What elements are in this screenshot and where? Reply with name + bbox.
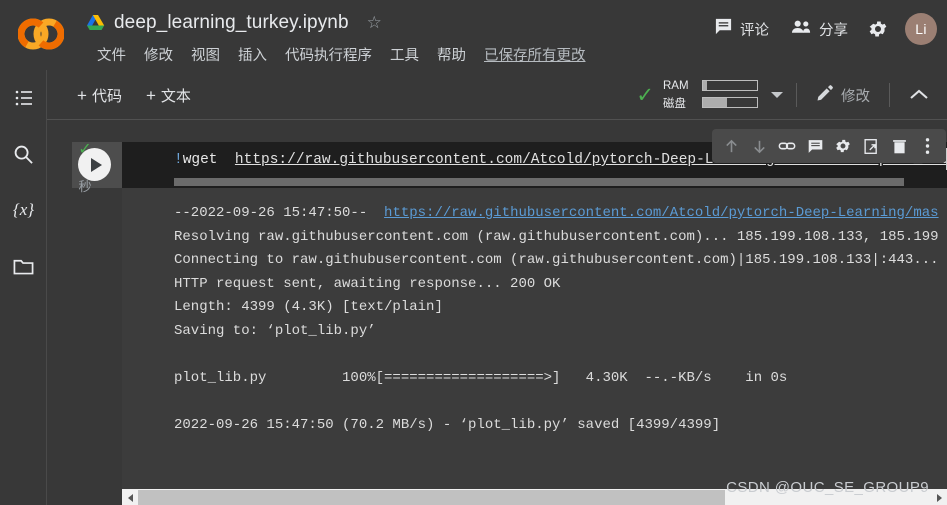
menu-item-view[interactable]: 视图: [182, 44, 229, 65]
add-code-cell-button[interactable]: + 代码: [67, 79, 132, 112]
output-text: --2022-09-26 15:47:50-- https://raw.gith…: [174, 202, 947, 437]
disk-bar: [702, 97, 758, 108]
ram-bar: [702, 80, 758, 91]
ram-row: RAM: [663, 80, 758, 92]
add-text-label: 文本: [160, 87, 191, 105]
menu-item-tools[interactable]: 工具: [381, 44, 428, 65]
cell-exec-unit: 秒: [78, 179, 92, 194]
comment-label: 评论: [740, 22, 769, 39]
chevron-up-icon[interactable]: [903, 84, 935, 106]
copy-cell-link-button[interactable]: [773, 132, 801, 160]
comment-button[interactable]: 评论: [703, 12, 780, 46]
comment-icon: [714, 17, 733, 41]
plus-icon: +: [145, 85, 156, 105]
caret-down-icon[interactable]: [771, 92, 783, 98]
notebook-toolbar: + 代码 + 文本 ✓ RAM 磁盘 修改: [47, 70, 947, 120]
menu-item-runtime[interactable]: 代码执行程序: [276, 44, 381, 65]
more-options-button[interactable]: [913, 132, 941, 160]
gear-icon: [869, 21, 887, 37]
output-line: Connecting to raw.githubusercontent.com …: [174, 252, 939, 268]
people-icon: [791, 19, 812, 40]
ram-label: RAM: [663, 79, 689, 92]
move-cell-up-button[interactable]: [717, 132, 745, 160]
colab-app-window: deep_learning_turkey.ipynb ☆ 文件 修改 视图 插入…: [0, 0, 947, 505]
output-line: HTTP request sent, awaiting response... …: [174, 275, 561, 292]
output-line: 2022-09-26 15:47:50 (70.2 MB/s) - ‘plot_…: [174, 416, 721, 433]
scrollbar-thumb[interactable]: [138, 490, 725, 505]
app-header: deep_learning_turkey.ipynb ☆ 文件 修改 视图 插入…: [0, 0, 947, 70]
move-cell-down-button[interactable]: [745, 132, 773, 160]
output-line: Length: 4399 (4.3K) [text/plain]: [174, 299, 443, 315]
notebook-body: ✓ 0 秒 !wget https://raw.githubuserconten…: [47, 121, 947, 505]
cell-output: --2022-09-26 15:47:50-- https://raw.gith…: [122, 188, 947, 505]
mirror-cell-button[interactable]: [857, 132, 885, 160]
output-line: Saving to: ‘plot_lib.py’: [174, 322, 376, 339]
add-text-cell-button[interactable]: + 文本: [136, 79, 201, 112]
left-sidebar: {x}: [0, 70, 47, 505]
notebook-title-row: deep_learning_turkey.ipynb ☆: [86, 8, 382, 38]
toolbar-right-group: ✓ RAM 磁盘 修改: [636, 70, 935, 120]
edit-label: 修改: [841, 88, 870, 105]
menu-bar: 文件 修改 视图 插入 代码执行程序 工具 帮助 已保存所有更改: [88, 42, 586, 66]
delete-cell-button[interactable]: [885, 132, 913, 160]
output-line: Resolving raw.githubusercontent.com (raw…: [174, 228, 939, 245]
output-line: --2022-09-26 15:47:50-- https://raw.gith…: [174, 202, 947, 226]
pencil-icon: [816, 84, 834, 107]
run-cell-button[interactable]: [78, 148, 111, 181]
disk-row: 磁盘: [663, 95, 758, 111]
scroll-left-arrow-icon[interactable]: [122, 489, 138, 505]
add-code-label: 代码: [91, 87, 122, 105]
watermark-label: CSDN @OUC_SE_GROUP9: [726, 479, 929, 496]
cell-settings-button[interactable]: [829, 132, 857, 160]
avatar[interactable]: Li: [905, 13, 937, 45]
plus-icon: +: [77, 85, 87, 105]
menu-item-edit[interactable]: 修改: [135, 44, 182, 65]
files-icon[interactable]: [0, 238, 47, 294]
search-icon[interactable]: [0, 126, 47, 182]
add-cell-buttons: + 代码 + 文本: [67, 70, 201, 120]
google-drive-icon: [86, 14, 106, 32]
table-of-contents-icon[interactable]: [0, 70, 47, 126]
output-line: plot_lib.py 100%[===================>] 4…: [174, 369, 788, 386]
toolbar-divider: [796, 83, 797, 107]
menu-item-file[interactable]: 文件: [88, 44, 135, 65]
colab-logo[interactable]: [14, 14, 68, 54]
share-button[interactable]: 分享: [780, 14, 859, 45]
star-icon[interactable]: ☆: [367, 13, 382, 33]
code-command-token: wget: [182, 152, 235, 168]
menu-item-insert[interactable]: 插入: [229, 44, 276, 65]
output-line-text: --2022-09-26 15:47:50--: [174, 205, 385, 221]
share-label: 分享: [819, 22, 848, 39]
resource-usage-indicator[interactable]: RAM 磁盘: [663, 80, 758, 111]
save-status-label[interactable]: 已保存所有更改: [484, 44, 586, 65]
page-title: deep_learning_turkey.ipynb: [114, 12, 349, 33]
code-horizontal-scrollbar[interactable]: [174, 178, 904, 186]
connected-check-icon: ✓: [636, 83, 654, 107]
add-comment-button[interactable]: [801, 132, 829, 160]
edit-button[interactable]: 修改: [810, 79, 876, 112]
scroll-right-arrow-icon[interactable]: [931, 489, 947, 505]
header-actions: 评论 分享 Li: [703, 8, 937, 50]
output-url-link[interactable]: https://raw.githubusercontent.com/Atcold…: [384, 205, 939, 221]
play-icon: [91, 157, 102, 172]
toolbar-divider: [889, 83, 890, 107]
variables-icon[interactable]: {x}: [0, 182, 47, 238]
code-bang-token: !: [174, 152, 183, 168]
menu-item-help[interactable]: 帮助: [428, 44, 475, 65]
disk-label: 磁盘: [663, 97, 686, 110]
settings-button[interactable]: [859, 12, 897, 46]
cell-action-toolbar: [712, 129, 946, 163]
